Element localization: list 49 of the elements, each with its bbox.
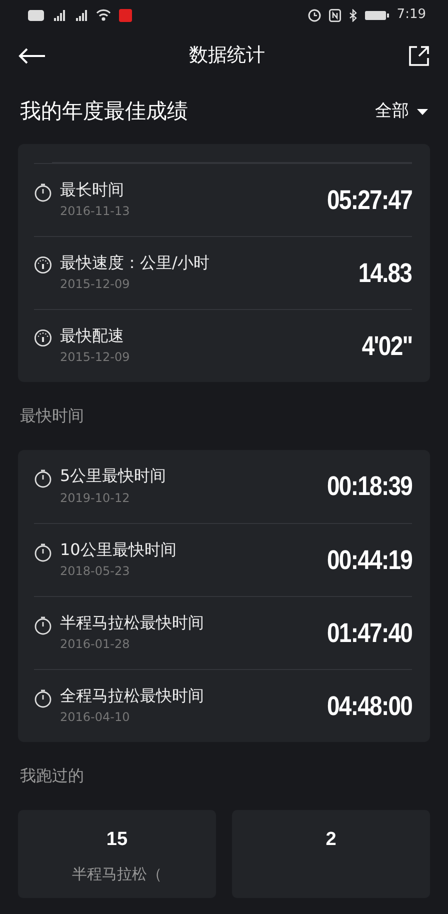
tile-count: 15: [106, 828, 128, 852]
record-date: 2016-11-13: [60, 203, 130, 220]
section-title: 我的年度最佳成绩: [20, 98, 188, 126]
status-time: 7:19: [396, 6, 426, 24]
stopwatch-icon: [34, 688, 52, 708]
record-label: 全程马拉松最快时间: [60, 686, 204, 706]
record-date: 2016-01-28: [60, 636, 131, 654]
caret-icon: [417, 109, 428, 115]
tile-count: 2: [326, 828, 336, 852]
stopwatch-icon: [34, 469, 52, 488]
page-title: 数据统计: [189, 42, 265, 68]
wifi-icon: [96, 9, 111, 21]
battery-icon: [364, 10, 389, 20]
section-subtitle: 我跑过的: [20, 765, 84, 787]
alarm-icon: [308, 8, 321, 22]
stopwatch-icon: [34, 542, 52, 562]
gauge-icon: [34, 328, 52, 347]
record-value: 01:47:40: [326, 616, 412, 650]
tile-label: 半程马拉松（: [72, 864, 162, 884]
record-value: 4'02": [362, 330, 412, 363]
signal-icon: [52, 10, 66, 20]
record-label: 半程马拉松最快时间: [60, 612, 204, 632]
share-icon: [408, 44, 430, 67]
record-label: 最长时间: [60, 180, 125, 200]
bluetooth-icon: [348, 8, 357, 22]
section-subtitle: 最快时间: [20, 405, 84, 427]
record-value: 04:48:00: [326, 690, 412, 723]
filter-dropdown[interactable]: 全部: [375, 99, 428, 125]
record-date: 2015-12-09: [60, 276, 131, 294]
nfc-icon: [328, 8, 341, 22]
record-value: 05:27:47: [326, 184, 412, 217]
record-date: 2019-10-12: [60, 490, 131, 507]
record-label: 10公里最快时间: [60, 540, 176, 560]
back-arrow-icon: [18, 48, 46, 64]
record-date: 2015-12-09: [60, 349, 130, 366]
record-value: 00:18:39: [326, 470, 412, 504]
record-label: 5公里最快时间: [60, 466, 166, 486]
stopwatch-icon: [34, 616, 52, 635]
gauge-icon: [34, 256, 52, 274]
record-value: 00:44:19: [326, 544, 412, 577]
record-value: 14.83: [358, 256, 412, 290]
record-date: 2018-05-23: [60, 563, 131, 580]
record-date: 2016-04-10: [60, 709, 131, 726]
signal-icon: [74, 10, 88, 20]
app-icon: [119, 8, 132, 22]
share-button[interactable]: [408, 43, 430, 67]
record-label: 最快速度：公里/小时: [60, 252, 210, 272]
record-label: 最快配速: [60, 326, 125, 346]
stopwatch-icon: [34, 182, 52, 202]
